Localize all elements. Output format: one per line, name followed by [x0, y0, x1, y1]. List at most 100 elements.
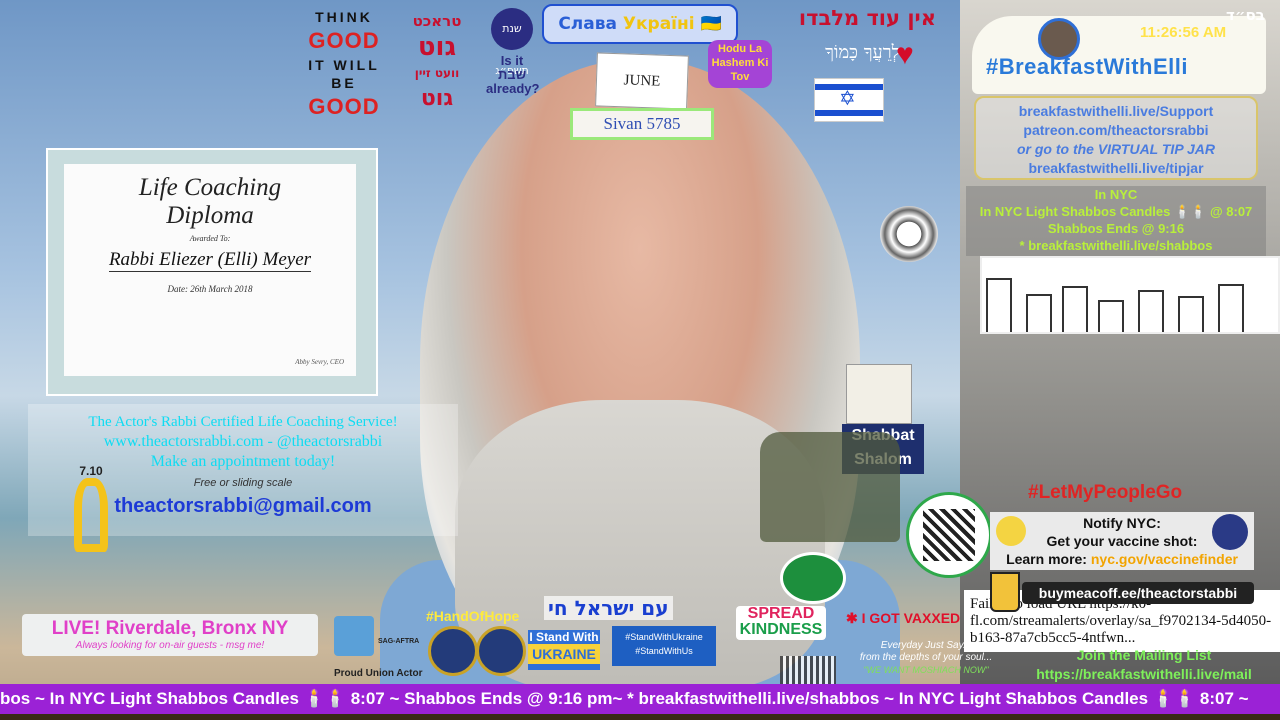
mailing-link[interactable]: https://breakfastwithelli.live/mail [1008, 665, 1280, 684]
tipjar-text: or go to the VIRTUAL TIP JAR [1016, 141, 1216, 157]
candle-icon [1178, 296, 1204, 332]
diploma-title-1: Life Coaching [138, 174, 282, 201]
everyday-line2: from the depths of your soul... [859, 652, 993, 663]
spread-line1: SPREAD [747, 605, 815, 622]
live-location-box: LIVE! Riverdale, Bronx NY Always looking… [22, 614, 318, 656]
hodu-badge: Hodu La Hashem Ki Tov [708, 40, 772, 88]
istand-top: I Stand With [529, 630, 599, 644]
candle-icon [1098, 300, 1124, 332]
candle-icon [1026, 294, 1052, 332]
vaccinated-badge-icon [1212, 514, 1248, 550]
slava-prefix: Слава [558, 14, 623, 34]
israel-flag-icon: ✡ [814, 78, 884, 122]
ein-od-text: אין עוד מלבדו [798, 6, 936, 30]
hebtg-line4: גוט [420, 86, 454, 111]
i-stand-with-ukraine-badge: I Stand With UKRAINE [528, 630, 600, 670]
slava-highlight: Україні [622, 14, 695, 34]
stand-with-ukraine-banner: #StandWithUkraine #StandWithUs [612, 626, 716, 666]
think-line1: THINK [315, 9, 373, 25]
standua-line1: #StandWithUkraine [625, 632, 703, 642]
notify-learn-more: Learn more: [1006, 551, 1091, 567]
istand-bottom: UKRAINE [528, 644, 600, 664]
vaxxed-text: I GOT VAXXED [861, 610, 961, 626]
breakfast-hashtag: #BreakfastWithElli [986, 54, 1188, 79]
vaccine-finder-link[interactable]: nyc.gov/vaccinefinder [1091, 551, 1238, 567]
ribbon-date: 7.10 [79, 464, 103, 478]
diploma-title-2: Diploma [166, 202, 254, 229]
mailing-list-box: Join the Mailing List https://breakfastw… [1008, 646, 1280, 684]
support-links-box: breakfastwithelli.live/Support patreon.c… [974, 96, 1258, 180]
hebtg-line3: וועט זיין [414, 66, 460, 80]
i-got-vaxxed-badge: ✱ I GOT VAXXED [846, 610, 960, 627]
candles-line2: In NYC Light Shabbos Candles 🕯️🕯️ @ 8:07 [979, 204, 1253, 219]
diploma-date: Date: 26th March 2018 [167, 284, 253, 294]
asterisk-icon: ✱ [846, 610, 858, 626]
qr-code-icon[interactable] [906, 492, 992, 578]
live-subtitle: Always looking for on-air guests - msg m… [75, 640, 265, 651]
candle-icon [1062, 286, 1088, 332]
kiddush-cup-icon [880, 206, 938, 262]
clock: 11:26:56 AM [1140, 24, 1227, 41]
ticker-bottom-border [0, 714, 1280, 720]
bsd-text: בס״ד [1226, 6, 1265, 24]
spread-line2: KINDNESS [739, 621, 823, 638]
lirech-kamocha-text: לְרֵעֲךָ כָּמוֹךָ [825, 42, 900, 63]
hebtg-line2: גוט [417, 32, 457, 62]
candles-line4[interactable]: * breakfastwithelli.live/shabbos [966, 237, 1266, 254]
small-qr-code-icon[interactable] [780, 656, 836, 686]
ny-seal-icon [428, 626, 478, 676]
news-ticker: bos ~ In NYC Light Shabbos Candles 🕯️🕯️ … [0, 684, 1280, 714]
patreon-link[interactable]: patreon.com/theactorsrabbi [976, 121, 1256, 140]
shabbat-year-circle: שנת תשפ״ג [491, 8, 533, 77]
diploma-awarded: Awarded To: [189, 234, 231, 243]
heart-icon: ♥ [896, 38, 914, 71]
hebrew-date-label: Sivan 5785 [570, 108, 714, 140]
coaching-website[interactable]: www.theactorsrabbi.com - @theactorsrabbi [28, 433, 458, 451]
is-it-shabbat-text: Is it שבת already? [486, 53, 540, 96]
candles-line3: Shabbos Ends @ 9:16 [1047, 221, 1185, 236]
coaching-line1: The Actor's Rabbi Certified Life Coachin… [88, 414, 398, 430]
let-my-people-go-tag: #LetMyPeopleGo [1028, 482, 1183, 503]
live-title: LIVE! Riverdale, Bronx NY [51, 618, 289, 639]
green-logo-icon [780, 552, 846, 604]
tipjar-link[interactable]: breakfastwithelli.live/tipjar [976, 159, 1256, 178]
soldiers-cartoon [760, 432, 900, 542]
diploma-signature: Abby Sevry, CEO [295, 358, 344, 366]
is-it-shabbat-badge: שנת תשפ״ג Is it שבת already? [486, 8, 540, 96]
think-line2: GOOD [308, 28, 380, 53]
buy-me-a-coffee-link[interactable]: buymeacoff.ee/theactorstabbi [1022, 582, 1254, 604]
diploma-name: Rabbi Eliezer (Elli) Meyer [108, 249, 312, 272]
think-line3: IT WILL BE [308, 57, 380, 91]
star-of-david-icon: ✡ [839, 88, 856, 110]
everyday-line3: "WE WANT MOSHIACH NOW" [863, 665, 989, 675]
candle-icon [986, 278, 1012, 332]
us-seal-icon [476, 626, 526, 676]
month-sign: JUNE [595, 52, 689, 110]
standua-line2: #StandWithUs [635, 646, 693, 656]
yellow-ribbon-icon [74, 478, 108, 552]
think-line4: GOOD [308, 94, 380, 119]
slava-ukraini-banner: Слава Україні 🇺🇦 [542, 4, 738, 44]
union-label: Proud Union Actor [334, 668, 423, 679]
coffee-cup-icon [990, 572, 1020, 612]
rebbe-portrait [846, 364, 912, 424]
sag-label: SAG-AFTRA [378, 638, 420, 645]
support-link[interactable]: breakfastwithelli.live/Support [976, 102, 1256, 121]
candles-graphic [980, 256, 1280, 334]
spread-kindness-badge: SPREAD KINDNESS [736, 606, 826, 640]
am-yisrael-chai-text: עם ישראל חי [544, 596, 673, 620]
candles-line1: In NYC [1094, 187, 1138, 202]
life-coaching-diploma: Life Coaching Diploma Awarded To: Rabbi … [46, 148, 378, 396]
think-good-badge: THINK GOOD IT WILL BE GOOD [298, 8, 390, 122]
bring-them-home-ribbon: 7.10 [64, 464, 118, 552]
equity-logo-icon [334, 616, 374, 656]
hebtg-line1: טראכט [412, 12, 462, 30]
ukraine-flag-icon: 🇺🇦 [700, 14, 722, 34]
mailing-line1: Join the Mailing List [1076, 647, 1212, 663]
candle-icon [1138, 290, 1164, 332]
candle-lighting-box: In NYC In NYC Light Shabbos Candles 🕯️🕯️… [966, 186, 1266, 256]
hebrew-tracht-gut-badge: טראכט גוט וועט זיין גוט [402, 8, 472, 111]
candle-icon [1218, 284, 1244, 332]
smiley-icon [996, 516, 1026, 546]
hand-of-hope-tag: #HandOfHope [426, 608, 520, 624]
